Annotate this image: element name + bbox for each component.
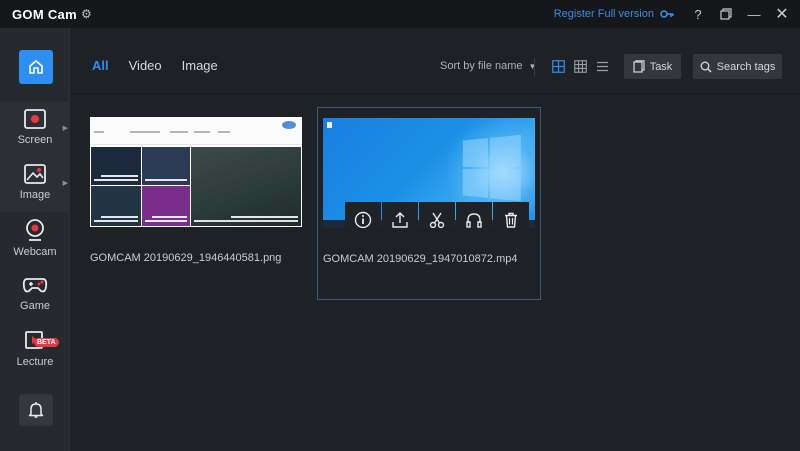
- file-thumbnail[interactable]: [90, 117, 302, 227]
- toolbar-divider: [71, 93, 800, 94]
- audio-button[interactable]: [456, 202, 492, 228]
- home-icon: [29, 60, 43, 74]
- cut-button[interactable]: [419, 202, 455, 228]
- close-button[interactable]: ✕: [768, 0, 796, 28]
- title-bar: GOM Cam ⚙ Register Full version ? — ✕: [0, 0, 800, 28]
- notification-button[interactable]: [19, 394, 53, 426]
- tab-image[interactable]: Image: [182, 58, 218, 73]
- divider: [534, 58, 535, 76]
- register-full-version-link[interactable]: Register Full version: [554, 8, 654, 20]
- small-grid-icon: [573, 59, 587, 73]
- settings-gear-icon[interactable]: ⚙: [81, 7, 92, 21]
- file-thumbnail[interactable]: [323, 118, 535, 228]
- app-logo-text: GOM Cam: [12, 6, 77, 22]
- large-grid-view-button[interactable]: [550, 58, 566, 74]
- expand-arrow-icon[interactable]: ▶: [63, 179, 68, 187]
- sidebar-item-label: Screen: [17, 134, 53, 146]
- file-name: GOMCAM 20190629_1947010872.mp4: [323, 253, 518, 265]
- task-button[interactable]: Task: [624, 54, 681, 79]
- sidebar-item-screen[interactable]: Screen ▶: [0, 102, 70, 157]
- file-card-video[interactable]: GOMCAM 20190629_1947010872.mp4: [317, 107, 541, 300]
- key-icon[interactable]: [658, 7, 676, 22]
- small-grid-view-button[interactable]: [572, 58, 588, 74]
- list-icon: [596, 61, 608, 71]
- tab-all[interactable]: All: [92, 58, 109, 73]
- sidebar-item-game[interactable]: Game: [0, 268, 70, 323]
- help-button[interactable]: ?: [684, 0, 712, 28]
- trash-icon: [505, 212, 517, 228]
- sort-label: Sort by file name: [440, 60, 523, 72]
- sidebar: Screen ▶ Image ▶ Webcam Game BETA Lectur…: [0, 28, 70, 451]
- sidebar-item-label: Image: [19, 189, 51, 201]
- sidebar-item-webcam[interactable]: Webcam: [0, 212, 70, 267]
- filter-tabs: All Video Image: [92, 58, 238, 73]
- expand-arrow-icon[interactable]: ▶: [63, 124, 68, 132]
- sidebar-item-label: Game: [20, 300, 50, 312]
- info-icon: [354, 211, 372, 228]
- beta-badge: BETA: [34, 338, 59, 347]
- scissors-icon: [429, 212, 445, 228]
- home-button[interactable]: [19, 50, 53, 84]
- restore-window-icon[interactable]: [712, 0, 740, 28]
- search-tags-label: Search tags: [716, 60, 776, 73]
- info-button[interactable]: [345, 202, 381, 228]
- webcam-icon: [26, 219, 44, 241]
- headphones-icon: [466, 213, 482, 228]
- image-capture-icon: [24, 164, 46, 184]
- large-grid-icon: [551, 59, 565, 73]
- file-action-bar: [345, 202, 530, 228]
- bell-icon: [28, 402, 44, 418]
- file-name: GOMCAM 20190629_1946440581.png: [90, 252, 282, 264]
- sidebar-item-lecture[interactable]: BETA Lecture: [0, 324, 70, 379]
- upload-icon: [392, 212, 408, 228]
- search-icon: [700, 61, 712, 73]
- tab-video[interactable]: Video: [129, 58, 162, 73]
- gamepad-icon: [22, 278, 48, 293]
- task-label: Task: [649, 60, 673, 73]
- sidebar-item-label: Webcam: [13, 246, 57, 258]
- delete-button[interactable]: [493, 202, 529, 228]
- sidebar-item-label: Lecture: [16, 356, 54, 368]
- minimize-button[interactable]: —: [740, 0, 768, 28]
- app-logo: GOM Cam ⚙: [12, 7, 92, 22]
- file-card-image[interactable]: GOMCAM 20190629_1946440581.png: [85, 107, 309, 300]
- sort-dropdown[interactable]: Sort by file name ▼: [440, 60, 536, 72]
- task-icon: [633, 60, 645, 73]
- sidebar-item-image[interactable]: Image ▶: [0, 157, 70, 212]
- list-view-button[interactable]: [594, 58, 610, 74]
- search-tags-button[interactable]: Search tags: [693, 54, 782, 79]
- upload-button[interactable]: [382, 202, 418, 228]
- screen-record-icon: [24, 109, 46, 129]
- chevron-down-icon: ▼: [528, 61, 537, 71]
